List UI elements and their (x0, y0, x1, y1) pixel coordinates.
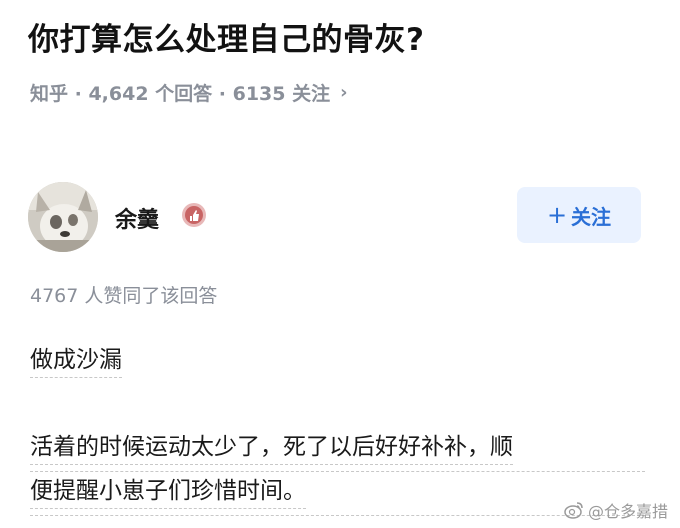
certified-badge-icon (181, 202, 207, 228)
question-meta-text: 知乎 · 4,642 个回答 · 6135 关注 (30, 83, 331, 105)
plus-icon: + (546, 201, 568, 229)
upvote-count: 4767 人赞同了该回答 (30, 285, 218, 307)
weibo-icon (564, 502, 583, 519)
answer-text-line: 活着的时候运动太少了，死了以后好好补补，顺 (30, 434, 513, 465)
question-meta[interactable]: 知乎 · 4,642 个回答 · 6135 关注 › (30, 79, 348, 106)
watermark: @仓多嘉措 (564, 498, 668, 522)
answer-paragraph: 做成沙漏 (30, 340, 122, 378)
follow-button-label: 关注 (571, 204, 612, 229)
watermark-text: @仓多嘉措 (587, 502, 668, 521)
question-title[interactable]: 你打算怎么处理自己的骨灰? (28, 14, 424, 59)
answer-text-line: 便提醒小崽子们珍惜时间。 (30, 478, 306, 509)
follow-button[interactable]: + 关注 (517, 187, 641, 243)
answer-text: 做成沙漏 (30, 347, 122, 378)
answer-page: 你打算怎么处理自己的骨灰? 知乎 · 4,642 个回答 · 6135 关注 ›… (0, 0, 680, 528)
answer-paragraph: 活着的时候运动太少了，死了以后好好补补，顺 便提醒小崽子们珍惜时间。 (30, 428, 645, 516)
author-name[interactable]: 余羹 (115, 202, 159, 234)
chevron-right-icon: › (340, 82, 348, 103)
avatar-photo (28, 182, 98, 252)
avatar[interactable] (28, 182, 98, 252)
